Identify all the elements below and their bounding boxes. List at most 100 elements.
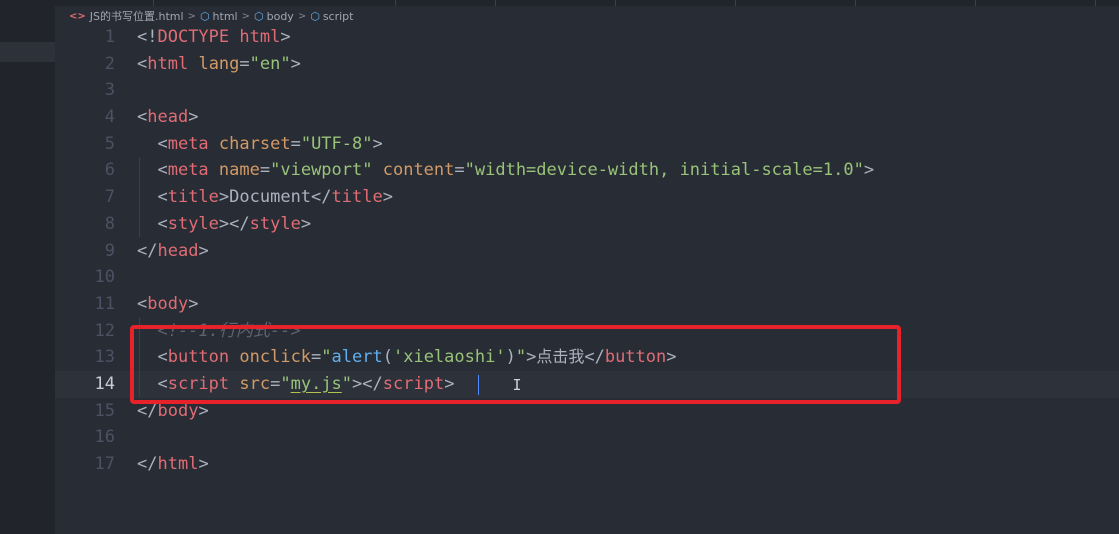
code-token: <	[137, 133, 168, 154]
breadcrumb-item-label: script	[322, 9, 354, 23]
code-line[interactable]: 4 <head>	[55, 104, 1119, 131]
breadcrumb-item-label: body	[266, 9, 294, 23]
code-token: >	[188, 293, 199, 314]
code-token: head	[147, 107, 189, 128]
code-token: meta	[167, 160, 209, 181]
code-token: <	[137, 213, 168, 234]
breadcrumb-file-label: JS的书写位置.html	[89, 10, 184, 23]
code-token: html	[157, 454, 199, 474]
breadcrumb-item-html[interactable]: ⬡ html	[200, 10, 238, 23]
code-token: "en"	[249, 53, 291, 74]
breadcrumb-item-script[interactable]: ⬡ script	[310, 10, 353, 23]
code-token: charset	[218, 133, 291, 154]
line-number: 3	[104, 80, 115, 101]
line-number: 10	[94, 267, 115, 288]
line-number: 14	[94, 373, 115, 394]
indent-guide	[139, 157, 140, 237]
code-token: <	[137, 187, 168, 208]
code-token: =	[290, 133, 301, 154]
code-token: </	[137, 454, 158, 474]
line-number: 13	[94, 347, 115, 368]
code-text: </head>	[137, 238, 209, 265]
code-token: >	[300, 213, 312, 234]
code-token: >	[198, 240, 209, 261]
editor-window: { "breadcrumb": { "file": "JS的书写位置.html"…	[0, 0, 1119, 534]
code-token: html	[239, 27, 281, 47]
code-token: <	[137, 107, 148, 128]
code-text: <head>	[137, 104, 198, 131]
chevron-right-icon: >	[297, 10, 307, 22]
line-number: 5	[104, 133, 115, 154]
code-token: =	[239, 53, 250, 74]
code-line[interactable]: 11 <body>	[55, 291, 1119, 318]
code-text: </html>	[137, 451, 209, 478]
code-token: <	[137, 53, 148, 74]
code-line[interactable]: 6 <meta name="viewport" content="width=d…	[55, 157, 1119, 184]
line-number: 15	[94, 400, 115, 421]
code-token: content	[382, 160, 455, 181]
code-line[interactable]: 8 <style></style>	[55, 211, 1119, 238]
code-line[interactable]: 3	[55, 77, 1119, 104]
explorer-sidebar	[0, 0, 55, 534]
line-number: 4	[104, 107, 115, 128]
code-token: DOCTYPE	[157, 27, 230, 47]
code-token: >	[198, 454, 209, 474]
code-token: lang	[198, 53, 240, 74]
line-number: 6	[104, 160, 115, 181]
code-token: name	[218, 160, 260, 181]
code-line[interactable]: 17 </html>	[55, 451, 1119, 478]
code-line[interactable]: 10	[55, 264, 1119, 291]
breadcrumb-item-label: html	[212, 9, 238, 23]
chevron-right-icon: >	[187, 10, 196, 22]
code-token: =	[454, 160, 465, 181]
code-token: head	[157, 240, 199, 261]
line-number: 11	[94, 293, 115, 314]
code-token: meta	[167, 133, 209, 154]
code-token: </	[311, 187, 332, 208]
code-token: </	[137, 240, 158, 261]
line-number: 1	[104, 27, 115, 47]
sidebar-selected-row[interactable]	[0, 42, 55, 62]
code-line[interactable]: 16	[55, 424, 1119, 451]
code-token: >	[863, 160, 875, 181]
line-number: 8	[104, 213, 115, 234]
line-number: 7	[104, 187, 115, 208]
element-cube-icon: ⬡	[199, 9, 210, 23]
code-line[interactable]: 9 </head>	[55, 238, 1119, 265]
code-token: style	[249, 213, 301, 234]
code-token: >	[290, 53, 301, 74]
annotation-highlight-box	[130, 325, 901, 404]
code-line[interactable]: 2 <html lang="en">	[55, 51, 1119, 78]
code-text: <title>Document</title>	[137, 184, 393, 211]
code-line[interactable]: 7 <title>Document</title>	[55, 184, 1119, 211]
code-token: >	[218, 187, 230, 208]
html-file-icon: <>	[69, 10, 86, 22]
code-text: <style></style>	[137, 211, 311, 238]
code-text: <body>	[137, 291, 198, 318]
code-token: title	[331, 187, 383, 208]
code-line[interactable]: 5 <meta charset="UTF-8">	[55, 131, 1119, 158]
code-token: >	[280, 27, 291, 47]
code-token: <!	[137, 27, 158, 47]
line-number: 12	[94, 320, 115, 341]
code-token: body	[147, 293, 189, 314]
line-number: 2	[104, 53, 115, 74]
code-token: title	[167, 187, 219, 208]
code-token: >	[382, 187, 393, 208]
code-editor[interactable]: 1 <!DOCTYPE html> 2 <html lang="en"> 3 4 <head…	[55, 24, 1119, 478]
code-token: >	[372, 133, 383, 154]
line-number: 9	[104, 240, 115, 261]
code-token: html	[147, 53, 189, 74]
breadcrumb-item-body[interactable]: ⬡ body	[254, 10, 294, 23]
code-text: <meta charset="UTF-8">	[137, 131, 383, 158]
line-number: 16	[94, 427, 115, 448]
element-cube-icon: ⬡	[254, 9, 264, 23]
code-line[interactable]: 1 <!DOCTYPE html>	[55, 24, 1119, 51]
code-token: style	[167, 213, 219, 234]
breadcrumb-file[interactable]: <> JS的书写位置.html	[69, 8, 184, 24]
line-number: 17	[94, 454, 115, 474]
code-token: ></	[218, 213, 250, 234]
